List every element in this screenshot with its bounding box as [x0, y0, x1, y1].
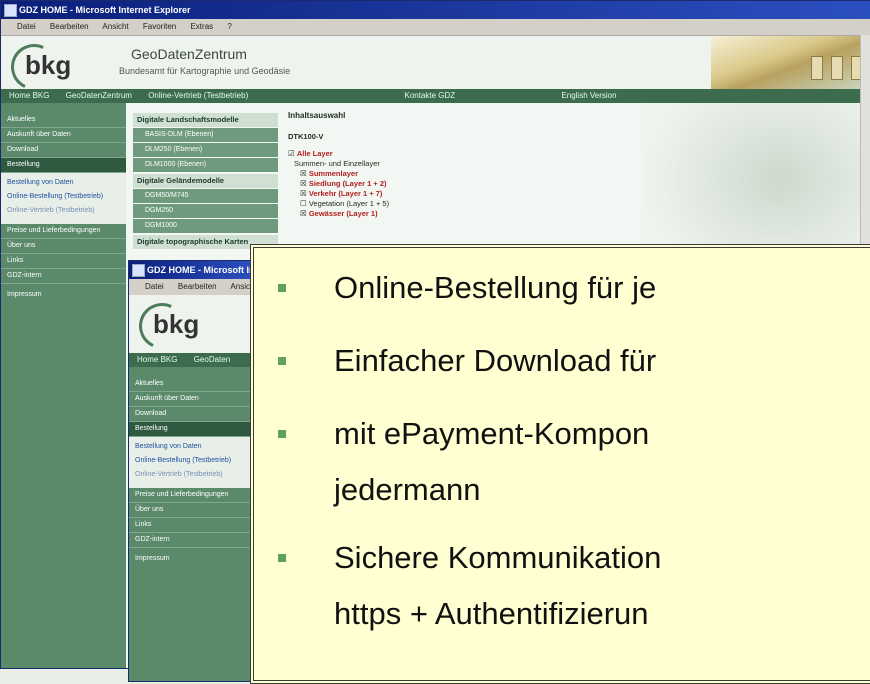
nav-home-bkg[interactable]: Home BKG: [9, 91, 49, 100]
group-title: Digitale Geländemodelle: [133, 174, 278, 188]
bkg-logo[interactable]: bkg: [132, 296, 225, 356]
nav-kontakte[interactable]: Kontakte GDZ: [404, 91, 455, 100]
nav-online-vertrieb[interactable]: Online-Vertrieb (Testbetrieb): [148, 91, 248, 100]
content-heading: Inhaltsauswahl: [288, 111, 346, 120]
ie-icon: [4, 4, 17, 17]
menu-bearbeiten[interactable]: Bearbeiten: [178, 282, 217, 291]
sidebar-item-aktuelles[interactable]: Aktuelles: [129, 377, 251, 392]
bullet-icon: [278, 554, 286, 562]
site-header: bkg GeoDatenZentrum Bundesamt für Kartog…: [1, 36, 870, 97]
sidebar-item-auskunft[interactable]: Auskunft über Daten: [1, 128, 126, 143]
sidebar-item-links[interactable]: Links: [129, 518, 251, 533]
product-item[interactable]: DLM1000 (Ebenen): [133, 158, 278, 172]
product-item[interactable]: BASIS-DLM (Ebenen): [133, 128, 278, 142]
sidebar-sublinks: Bestellung von Daten Online-Bestellung (…: [129, 437, 251, 488]
feature-callout: Online-Bestellung für je Einfacher Downl…: [250, 244, 870, 684]
group-title: Digitale Landschaftsmodelle: [133, 113, 278, 127]
menu-bearbeiten[interactable]: Bearbeiten: [50, 22, 89, 31]
sidebar-link-online-bestellung[interactable]: Online-Bestellung (Testbetrieb): [129, 454, 251, 468]
sidebar-item-download[interactable]: Download: [1, 143, 126, 158]
sidebar-item-download[interactable]: Download: [129, 407, 251, 422]
header-banner-image: [711, 36, 870, 89]
top-nav: Home BKG GeoDaten: [129, 353, 251, 367]
sidebar-item-bestellung[interactable]: Bestellung: [1, 158, 126, 173]
sidebar-item-gdz-intern[interactable]: GDZ-intern: [129, 533, 251, 548]
sidebar-link-online-bestellung[interactable]: Online-Bestellung (Testbetrieb): [1, 190, 126, 204]
sidebar-item-preise[interactable]: Preise und Lieferbedingungen: [129, 488, 251, 503]
browser-window-second: GDZ HOME - Microsoft Internet Datei Bear…: [128, 260, 252, 682]
callout-bullet-2: Einfacher Download für: [334, 343, 657, 378]
sidebar-item-links[interactable]: Links: [1, 254, 126, 269]
layer-label: Summen- und Einzellayer: [294, 159, 380, 168]
sidebar-item-aktuelles[interactable]: Aktuelles: [1, 113, 126, 128]
sidebar-item-auskunft[interactable]: Auskunft über Daten: [129, 392, 251, 407]
sidebar-item-preise[interactable]: Preise und Lieferbedingungen: [1, 224, 126, 239]
content-selection: Inhaltsauswahl DTK100-V ☑ Alle Layer Sum…: [288, 111, 548, 219]
site-subtitle: Bundesamt für Kartographie und Geodäsie: [119, 66, 291, 76]
sidebar-link-bestellung-daten[interactable]: Bestellung von Daten: [129, 440, 251, 454]
bullet-icon: [278, 357, 286, 365]
sidebar-item-bestellung[interactable]: Bestellung: [129, 422, 251, 437]
callout-bullet-3-continued: jedermann: [334, 472, 481, 507]
callout-bullet-1: Online-Bestellung für je: [334, 270, 657, 305]
callout-bullet-4: Sichere Kommunikation: [334, 540, 662, 575]
sidebar-sublinks: Bestellung von Daten Online-Bestellung (…: [1, 173, 126, 224]
bullet-icon: [278, 284, 286, 292]
bkg-logo[interactable]: bkg: [4, 37, 97, 97]
menu-datei[interactable]: Datei: [17, 22, 36, 31]
window-title: GDZ HOME - Microsoft Internet: [147, 265, 251, 275]
ie-icon: [132, 264, 145, 277]
window-title-bar: GDZ HOME - Microsoft Internet Explorer: [1, 1, 870, 19]
layer-checkbox[interactable]: ☒ Summenlayer: [288, 169, 548, 179]
menu-extras[interactable]: Extras: [190, 22, 213, 31]
menu-help[interactable]: ?: [227, 22, 231, 31]
menu-ansicht[interactable]: Ansicht: [230, 282, 251, 291]
product-item[interactable]: DGM50/M745: [133, 189, 278, 203]
menu-bar: Datei Bearbeiten Ansicht Favoriten Extra…: [1, 19, 870, 36]
nav-geodaten[interactable]: GeoDaten: [194, 355, 230, 364]
layer-checkbox[interactable]: ☒ Gewässer (Layer 1): [288, 209, 548, 219]
sidebar-impressum[interactable]: Impressum: [1, 288, 126, 302]
product-item[interactable]: DGM250: [133, 204, 278, 218]
menu-bar: Datei Bearbeiten Ansicht: [129, 279, 251, 296]
layer-checkbox[interactable]: ☑ Alle Layer: [288, 149, 548, 159]
layer-checkbox[interactable]: ☒ Siedlung (Layer 1 + 2): [288, 179, 548, 189]
sidebar-link-online-vertrieb[interactable]: Online-Vertrieb (Testbetrieb): [129, 468, 251, 482]
site-title: GeoDatenZentrum: [131, 46, 247, 62]
callout-bullet-4-continued: https + Authentifizierun: [334, 596, 649, 631]
top-nav: Home BKG GeoDatenZentrum Online-Vertrieb…: [1, 89, 870, 103]
sidebar-item-ueber-uns[interactable]: Über uns: [1, 239, 126, 254]
window-title: GDZ HOME - Microsoft Internet Explorer: [19, 5, 191, 15]
menu-datei[interactable]: Datei: [145, 282, 164, 291]
product-name: DTK100-V: [288, 132, 324, 141]
sidebar: Aktuelles Auskunft über Daten Download B…: [1, 103, 126, 668]
nav-geodatenzentrum[interactable]: GeoDatenZentrum: [66, 91, 132, 100]
sidebar: Aktuelles Auskunft über Daten Download B…: [129, 367, 251, 681]
sidebar-impressum[interactable]: Impressum: [129, 552, 251, 566]
menu-favoriten[interactable]: Favoriten: [143, 22, 176, 31]
nav-home-bkg[interactable]: Home BKG: [137, 355, 177, 364]
sidebar-link-online-vertrieb[interactable]: Online-Vertrieb (Testbetrieb): [1, 204, 126, 218]
layer-checkbox[interactable]: ☒ Verkehr (Layer 1 + 7): [288, 189, 548, 199]
sidebar-link-bestellung-daten[interactable]: Bestellung von Daten: [1, 176, 126, 190]
callout-bullet-3: mit ePayment-Kompon: [334, 416, 650, 451]
product-list: Digitale Landschaftsmodelle BASIS-DLM (E…: [133, 113, 278, 249]
sidebar-item-gdz-intern[interactable]: GDZ-intern: [1, 269, 126, 284]
layer-checkbox[interactable]: ☐ Vegetation (Layer 1 + 5): [288, 199, 548, 209]
product-item[interactable]: DGM1000: [133, 219, 278, 233]
product-item[interactable]: DLM250 (Ebenen): [133, 143, 278, 157]
window-title-bar: GDZ HOME - Microsoft Internet: [129, 261, 251, 279]
sidebar-item-ueber-uns[interactable]: Über uns: [129, 503, 251, 518]
bullet-icon: [278, 430, 286, 438]
nav-english[interactable]: English Version: [561, 91, 616, 100]
menu-ansicht[interactable]: Ansicht: [102, 22, 128, 31]
